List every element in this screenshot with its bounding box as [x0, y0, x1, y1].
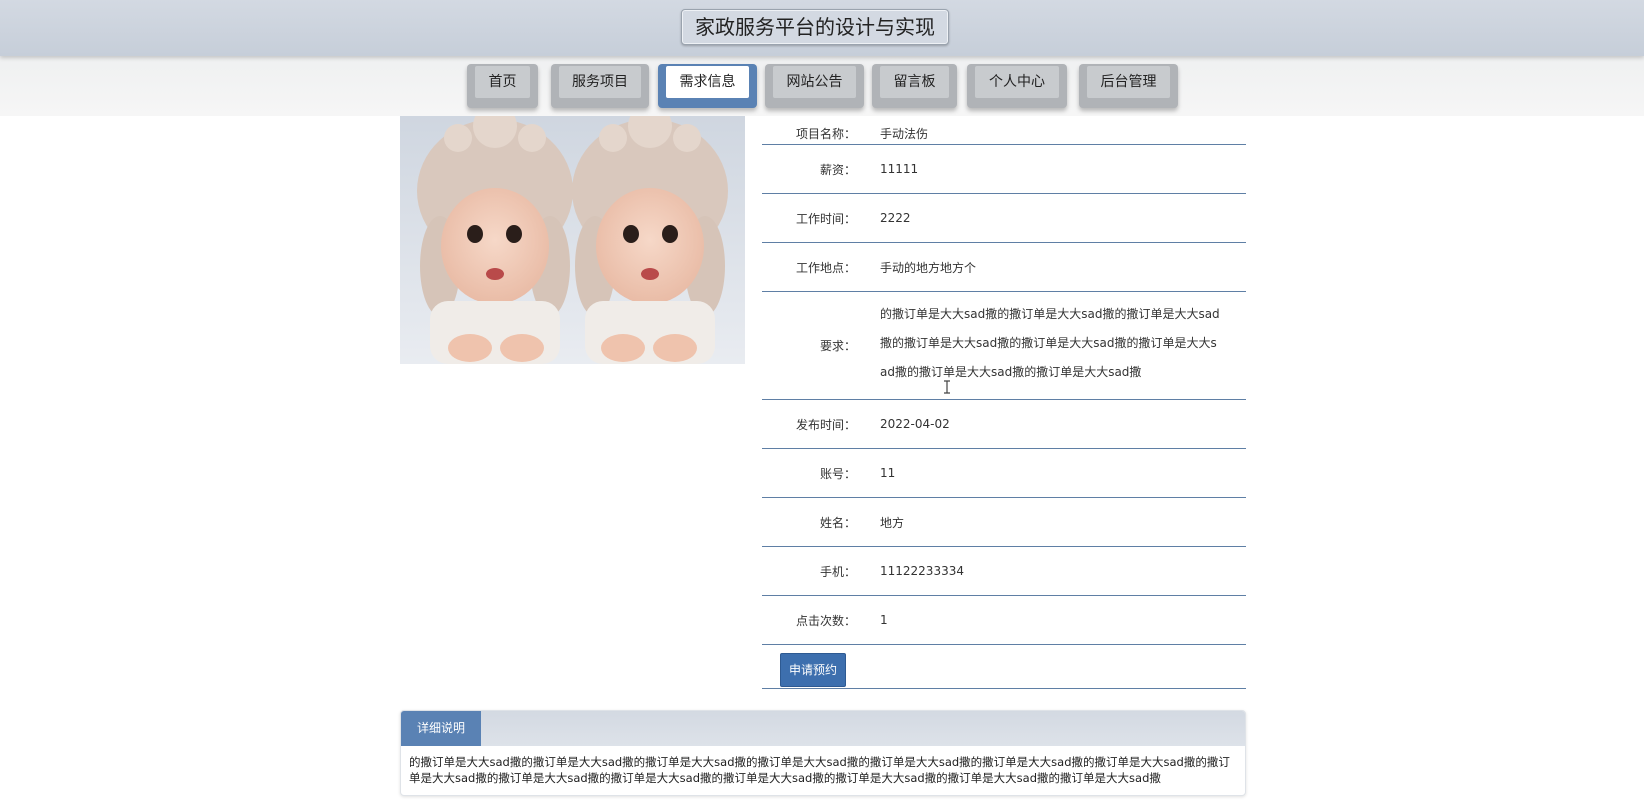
- row-value: 11: [880, 466, 896, 480]
- text-cursor-icon: [944, 380, 950, 394]
- site-header: 家政服务平台的设计与实现: [0, 0, 1644, 56]
- row-label: 工作时间：: [795, 211, 856, 226]
- nav-home-label: 首页: [475, 66, 530, 98]
- nav-personal-center-label: 个人中心: [975, 66, 1059, 98]
- nav-home[interactable]: 首页: [467, 64, 538, 108]
- row-actions: 申请预约: [762, 645, 1246, 689]
- nav-message-board[interactable]: 留言板: [872, 64, 957, 108]
- row-label: 姓名：: [819, 515, 856, 530]
- row-account: 账号： 11: [762, 449, 1246, 498]
- description-tabbar: 详细说明: [401, 711, 1245, 746]
- nav-admin[interactable]: 后台管理: [1079, 64, 1178, 108]
- main-nav: 首页 服务项目 需求信息 网站公告 留言板 个人中心 后台管理: [0, 56, 1644, 116]
- row-label: 工作地点：: [795, 260, 856, 275]
- nav-message-board-label: 留言板: [880, 66, 949, 98]
- row-value: 2022-04-02: [880, 417, 950, 431]
- row-value: 11111: [880, 162, 919, 176]
- nav-services[interactable]: 服务项目: [551, 64, 649, 108]
- row-label: 发布时间：: [795, 417, 856, 432]
- tab-details[interactable]: 详细说明: [401, 711, 481, 746]
- nav-services-label: 服务项目: [559, 66, 641, 98]
- description-panel: 详细说明 的撒订单是大大sad撒的撒订单是大大sad撒的撒订单是大大sad撒的撒…: [400, 710, 1246, 796]
- site-title: 家政服务平台的设计与实现: [681, 9, 949, 45]
- row-label: 薪资：: [819, 162, 856, 177]
- nav-demands-label: 需求信息: [666, 66, 749, 98]
- row-work-location: 工作地点： 手动的地方地方个: [762, 243, 1246, 292]
- row-salary: 薪资： 11111: [762, 145, 1246, 194]
- row-publish-date: 发布时间： 2022-04-02: [762, 400, 1246, 449]
- row-value: 1: [880, 613, 888, 627]
- service-photo: [400, 116, 745, 364]
- row-label: 点击次数：: [795, 613, 856, 628]
- row-click-count: 点击次数： 1: [762, 596, 1246, 645]
- row-label: 账号：: [819, 466, 856, 481]
- row-value: 2222: [880, 211, 911, 225]
- row-value: 的撒订单是大大sad撒的撒订单是大大sad撒的撒订单是大大sad撒的撒订单是大大…: [880, 307, 1220, 379]
- row-label: 手机：: [819, 564, 856, 579]
- row-value: 地方: [880, 515, 905, 530]
- row-requirements: 要求： 的撒订单是大大sad撒的撒订单是大大sad撒的撒订单是大大sad撒的撒订…: [762, 292, 1246, 400]
- demand-detail-table: 项目名称： 手动法伤 薪资： 11111 工作时间： 2222 工作地点： 手动…: [762, 100, 1246, 689]
- apply-reservation-button[interactable]: 申请预约: [780, 653, 846, 687]
- nav-admin-label: 后台管理: [1087, 66, 1170, 98]
- babies-image: [400, 116, 745, 364]
- row-name: 姓名： 地方: [762, 498, 1246, 547]
- row-phone: 手机： 11122233334: [762, 547, 1246, 596]
- row-value: 11122233334: [880, 564, 964, 578]
- nav-notices[interactable]: 网站公告: [765, 64, 864, 108]
- description-text: 的撒订单是大大sad撒的撒订单是大大sad撒的撒订单是大大sad撒的撒订单是大大…: [409, 755, 1230, 785]
- nav-personal-center[interactable]: 个人中心: [967, 64, 1067, 108]
- row-value: 手动的地方地方个: [880, 260, 977, 275]
- row-label: 要求：: [819, 339, 856, 353]
- row-work-time: 工作时间： 2222: [762, 194, 1246, 243]
- nav-demands[interactable]: 需求信息: [658, 64, 757, 108]
- nav-notices-label: 网站公告: [773, 66, 856, 98]
